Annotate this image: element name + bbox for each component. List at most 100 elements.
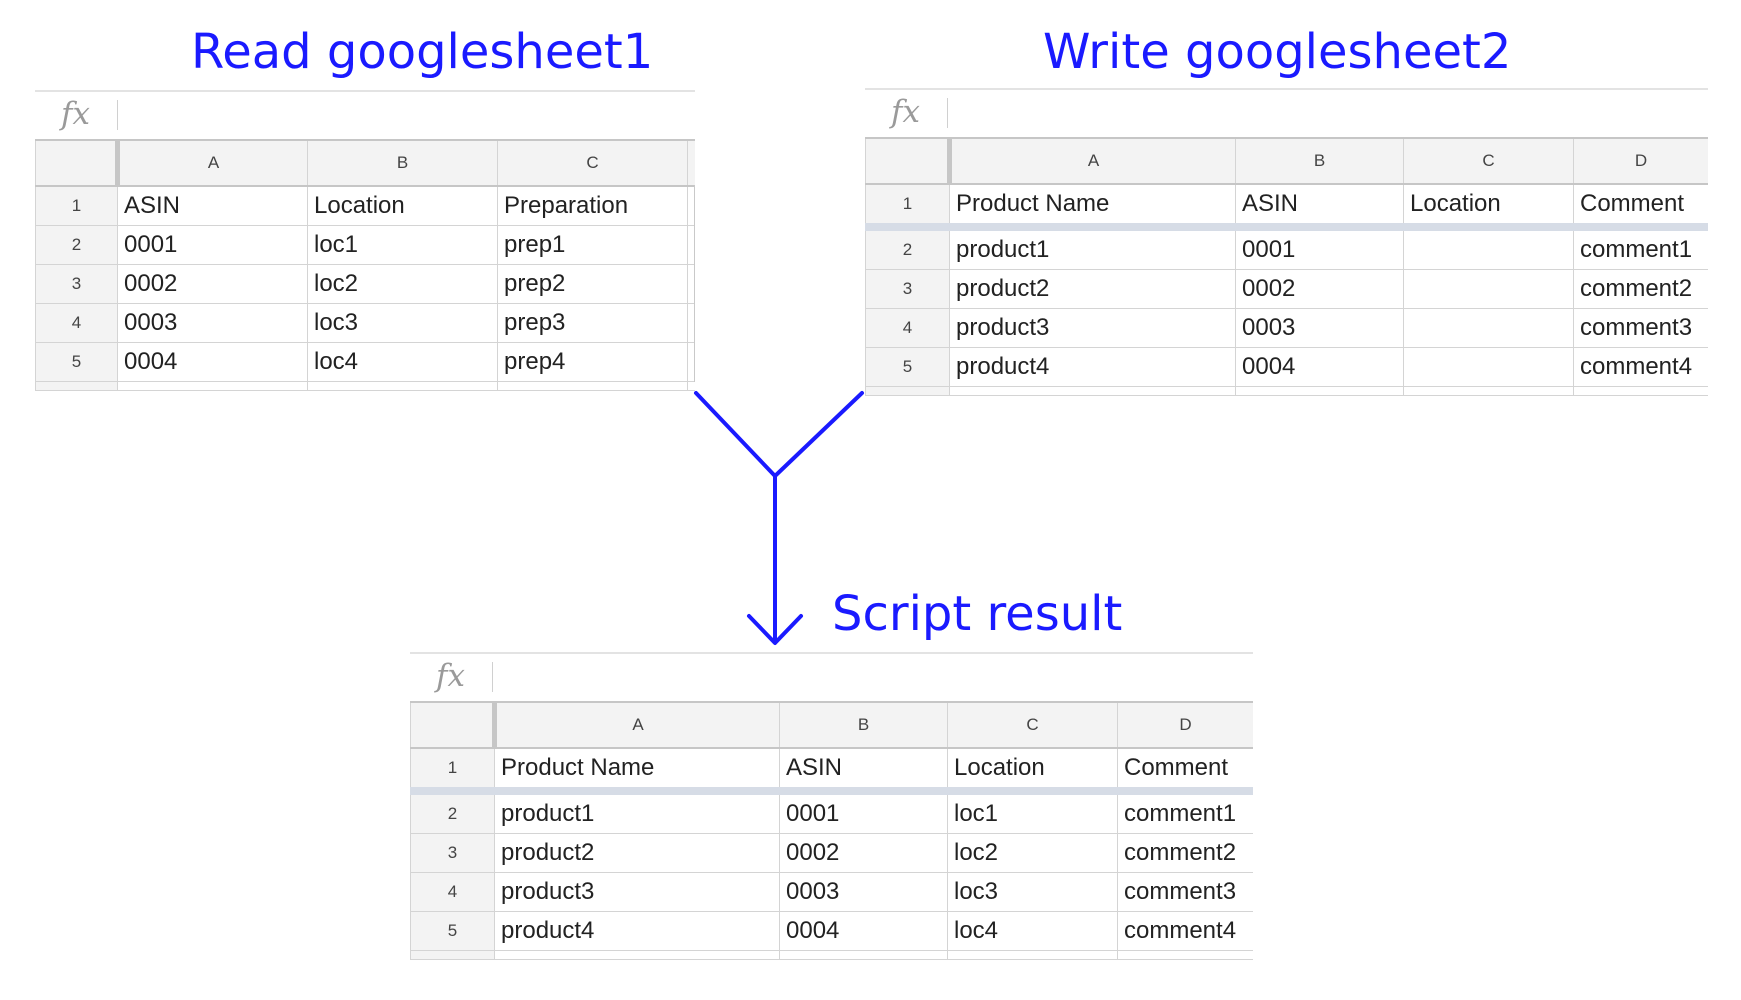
cell[interactable]: comment1 (1573, 226, 1708, 270)
cell[interactable]: loc4 (307, 342, 498, 382)
cell[interactable]: Comment (1573, 183, 1708, 231)
column-header[interactable]: B (1235, 137, 1404, 185)
cell[interactable]: comment1 (1117, 790, 1253, 834)
cell[interactable]: Location (1403, 183, 1574, 231)
cell[interactable]: 0002 (1235, 269, 1404, 309)
column-header[interactable]: A (117, 139, 308, 187)
cell[interactable]: Location (947, 747, 1118, 795)
row-number[interactable]: 2 (865, 226, 950, 270)
read-sheet-caption: Read googlesheet1 (191, 24, 654, 80)
cell[interactable]: 0003 (779, 872, 948, 912)
table-row: 5 0004 loc4 prep4 (35, 342, 695, 382)
cell[interactable]: Comment (1117, 747, 1253, 795)
cell[interactable] (1403, 226, 1574, 270)
cell[interactable]: comment3 (1117, 872, 1253, 912)
write-sheet-grid: A B C D 1 Product Name ASIN Location Com… (865, 137, 1708, 396)
column-header[interactable]: C (1403, 137, 1574, 185)
column-header[interactable]: C (497, 139, 688, 187)
cell[interactable]: comment4 (1573, 347, 1708, 387)
cell[interactable]: ASIN (779, 747, 948, 795)
row-number[interactable]: 3 (865, 269, 950, 309)
cell[interactable]: product3 (949, 308, 1236, 348)
table-row: 1 Product Name ASIN Location Comment (865, 183, 1708, 231)
cell[interactable]: product2 (494, 833, 780, 873)
cell[interactable]: loc1 (947, 790, 1118, 834)
formula-bar[interactable]: fx (35, 90, 695, 139)
cell[interactable]: product4 (949, 347, 1236, 387)
row-number[interactable]: 1 (410, 747, 495, 795)
cell[interactable]: prep2 (497, 264, 688, 304)
row-number[interactable]: 2 (410, 790, 495, 834)
cell[interactable]: loc1 (307, 225, 498, 265)
cell[interactable]: prep3 (497, 303, 688, 343)
cell[interactable]: 0002 (779, 833, 948, 873)
cell[interactable]: Product Name (494, 747, 780, 795)
cell[interactable]: comment3 (1573, 308, 1708, 348)
cell[interactable]: Preparation (497, 185, 688, 226)
cell[interactable]: 0003 (117, 303, 308, 343)
cell[interactable]: comment2 (1117, 833, 1253, 873)
read-sheet: fx A B C 1 ASIN Location Preparation 2 0… (35, 90, 695, 397)
cell[interactable]: 0001 (117, 225, 308, 265)
cell[interactable]: 0004 (117, 342, 308, 382)
cell[interactable]: loc4 (947, 911, 1118, 951)
cell[interactable]: Product Name (949, 183, 1236, 231)
table-row: 2 product1 0001 loc1 comment1 (410, 790, 1253, 834)
select-all-corner[interactable] (35, 139, 120, 187)
column-header[interactable]: C (947, 701, 1118, 749)
cell[interactable]: 0004 (1235, 347, 1404, 387)
column-header[interactable]: A (949, 137, 1236, 185)
row-number[interactable]: 1 (865, 183, 950, 231)
cell[interactable]: comment2 (1573, 269, 1708, 309)
write-sheet-caption: Write googlesheet2 (1043, 24, 1512, 80)
formula-bar[interactable]: fx (410, 652, 1253, 701)
row-number[interactable]: 1 (35, 185, 118, 226)
cell[interactable]: loc3 (947, 872, 1118, 912)
cell[interactable]: ASIN (117, 185, 308, 226)
select-all-corner[interactable] (410, 701, 497, 749)
column-header[interactable]: A (494, 701, 780, 749)
column-header[interactable]: B (307, 139, 498, 187)
cell[interactable]: loc2 (947, 833, 1118, 873)
column-header[interactable]: B (779, 701, 948, 749)
cell[interactable]: comment4 (1117, 911, 1253, 951)
arrow-branch-left (694, 391, 777, 478)
row-number[interactable]: 5 (35, 342, 118, 382)
table-row: 5 product4 0004 loc4 comment4 (410, 911, 1253, 951)
select-all-corner[interactable] (865, 137, 952, 185)
cell[interactable]: product3 (494, 872, 780, 912)
cell[interactable]: ASIN (1235, 183, 1404, 231)
fx-icon: fx (891, 94, 920, 130)
cell[interactable]: Location (307, 185, 498, 226)
cell[interactable]: loc3 (307, 303, 498, 343)
row-number[interactable]: 3 (410, 833, 495, 873)
cell[interactable] (1403, 269, 1574, 309)
row-number[interactable]: 4 (410, 872, 495, 912)
row-number[interactable]: 4 (865, 308, 950, 348)
cell[interactable]: 0002 (117, 264, 308, 304)
cell[interactable]: prep4 (497, 342, 688, 382)
cell[interactable] (1403, 347, 1574, 387)
cell[interactable]: 0004 (779, 911, 948, 951)
table-row: 3 0002 loc2 prep2 (35, 264, 695, 304)
cell[interactable]: prep1 (497, 225, 688, 265)
cell[interactable]: product1 (949, 226, 1236, 270)
formula-bar[interactable]: fx (865, 88, 1708, 137)
column-header-row: A B C (35, 139, 695, 187)
cell[interactable] (1403, 308, 1574, 348)
column-header[interactable]: D (1117, 701, 1253, 749)
cell[interactable]: product2 (949, 269, 1236, 309)
cell[interactable]: product4 (494, 911, 780, 951)
cell[interactable]: product1 (494, 790, 780, 834)
row-number[interactable]: 5 (410, 911, 495, 951)
row-number[interactable]: 5 (865, 347, 950, 387)
column-header[interactable]: D (1573, 137, 1708, 185)
cell[interactable]: loc2 (307, 264, 498, 304)
cell[interactable]: 0001 (1235, 226, 1404, 270)
read-sheet-grid: A B C 1 ASIN Location Preparation 2 0001… (35, 139, 695, 391)
row-number[interactable]: 2 (35, 225, 118, 265)
cell[interactable]: 0001 (779, 790, 948, 834)
cell[interactable]: 0003 (1235, 308, 1404, 348)
row-number[interactable]: 3 (35, 264, 118, 304)
row-number[interactable]: 4 (35, 303, 118, 343)
